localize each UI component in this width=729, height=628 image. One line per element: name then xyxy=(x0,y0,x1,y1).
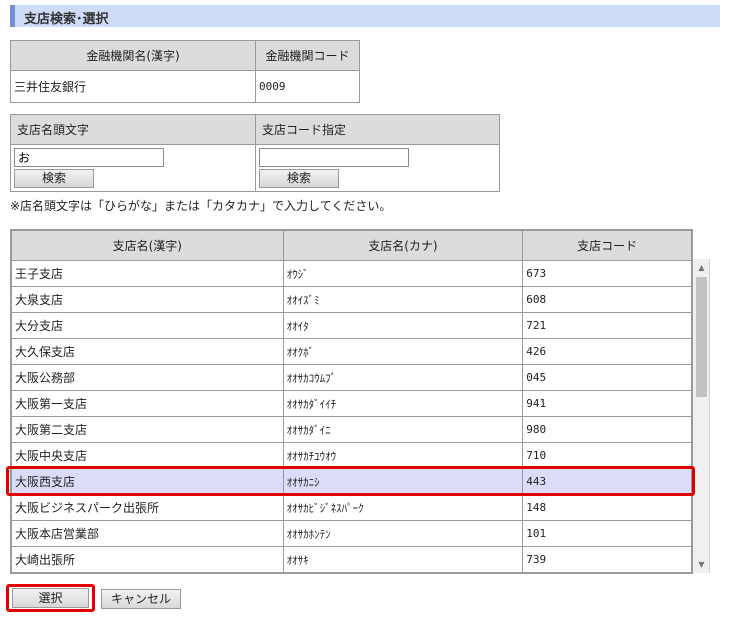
branch-kana-cell: ｵｵｸﾎﾞ xyxy=(282,338,524,365)
branch-code-column-header: 支店コード xyxy=(522,230,692,261)
page-title-bar: 支店検索･選択 xyxy=(10,5,720,27)
select-button-highlight: 選択 xyxy=(6,584,95,612)
branch-code-cell: 710 xyxy=(522,442,692,469)
branch-code-cell: 101 xyxy=(522,520,692,547)
branch-name-cell: 大阪第二支店 xyxy=(11,416,284,443)
branch-code-cell: 045 xyxy=(522,364,692,391)
branch-name-cell: 王子支店 xyxy=(11,260,284,287)
branch-kana-cell: ｵｵｻｶﾀﾞｲﾆ xyxy=(282,416,524,443)
branch-name-cell: 大阪中央支店 xyxy=(11,442,284,469)
branch-row[interactable]: 大阪第二支店 ｵｵｻｶﾀﾞｲﾆ 980 xyxy=(11,416,692,443)
branch-code-cell: 673 xyxy=(522,260,692,287)
branch-name-cell: 大阪本店営業部 xyxy=(11,520,284,547)
scroll-up-icon[interactable]: ▲ xyxy=(693,259,710,276)
branch-name-cell: 大阪公務部 xyxy=(11,364,284,391)
branch-code-cell: 426 xyxy=(522,338,692,365)
scroll-down-icon[interactable]: ▼ xyxy=(693,556,710,573)
branch-row[interactable]: 大阪本店営業部 ｵｵｻｶﾎﾝﾃﾝ 101 xyxy=(11,520,692,547)
branch-kana-column-header: 支店名(カナ) xyxy=(282,230,524,261)
code-search-button[interactable]: 検索 xyxy=(259,169,339,188)
branch-name-cell: 大阪西支店 xyxy=(11,468,284,495)
bank-name-header: 金融機関名(漢字) xyxy=(10,40,256,71)
bank-code-header: 金融機関コード xyxy=(255,40,360,71)
branch-list-header: 支店名(漢字) 支店名(カナ) 支店コード xyxy=(11,230,692,261)
branch-row[interactable]: 大泉支店 ｵｵｲｽﾞﾐ 608 xyxy=(11,286,692,313)
branch-kana-cell: ｵｵｻｶｺｳﾑﾌﾞ xyxy=(282,364,524,391)
branch-row[interactable]: 王子支店 ｵｳｼﾞ 673 xyxy=(11,260,692,287)
branch-name-cell: 大崎出張所 xyxy=(11,546,284,573)
branch-code-cell: 739 xyxy=(522,546,692,573)
branch-code-cell: 608 xyxy=(522,286,692,313)
branch-list-scrollbar[interactable]: ▲ ▼ xyxy=(693,259,710,573)
branch-code-cell: 980 xyxy=(522,416,692,443)
branch-kana-cell: ｵｵｻｶﾋﾞｼﾞﾈｽﾊﾟｰｸ xyxy=(282,494,524,521)
code-search-header: 支店コード指定 xyxy=(255,114,500,145)
branch-initial-input[interactable] xyxy=(14,148,164,167)
scroll-thumb[interactable] xyxy=(696,277,707,397)
branch-list: 支店名(漢字) 支店名(カナ) 支店コード 王子支店 ｵｳｼﾞ 673 大泉支店 ｵｵｲ… xyxy=(10,229,693,574)
select-button[interactable]: 選択 xyxy=(12,588,89,608)
branch-search-form: 支店名頭文字 支店コード指定 検索 検索 xyxy=(10,114,500,192)
cancel-button[interactable]: キャンセル xyxy=(101,589,181,609)
branch-kana-cell: ｵｳｼﾞ xyxy=(282,260,524,287)
branch-name-cell: 大久保支店 xyxy=(11,338,284,365)
branch-row[interactable]: 大久保支店 ｵｵｸﾎﾞ 426 xyxy=(11,338,692,365)
initial-search-button[interactable]: 検索 xyxy=(14,169,94,188)
input-note: ※店名頭文字は「ひらがな」または「カタカナ」で入力してください。 xyxy=(10,199,392,213)
branch-kana-cell: ｵｵｻｷ xyxy=(282,546,524,573)
initial-search-header: 支店名頭文字 xyxy=(10,114,256,145)
code-search-cell: 検索 xyxy=(255,144,500,192)
branch-kana-cell: ｵｵｻｶﾁﾕｳｵｳ xyxy=(282,442,524,469)
branch-name-cell: 大泉支店 xyxy=(11,286,284,313)
branch-name-column-header: 支店名(漢字) xyxy=(11,230,284,261)
branch-kana-cell: ｵｵｻｶﾆｼ xyxy=(282,468,524,495)
branch-kana-cell: ｵｵｲｽﾞﾐ xyxy=(282,286,524,313)
branch-list-body: 王子支店 ｵｳｼﾞ 673 大泉支店 ｵｵｲｽﾞﾐ 608 大分支店 ｵｵｲﾀ 721 大久保支店… xyxy=(11,260,692,573)
branch-code-cell: 148 xyxy=(522,494,692,521)
branch-code-cell: 721 xyxy=(522,312,692,339)
branch-name-cell: 大分支店 xyxy=(11,312,284,339)
branch-name-cell: 大阪第一支店 xyxy=(11,390,284,417)
branch-row[interactable]: 大阪公務部 ｵｵｻｶｺｳﾑﾌﾞ 045 xyxy=(11,364,692,391)
branch-kana-cell: ｵｵｻｶﾀﾞｲｲﾁ xyxy=(282,390,524,417)
bank-name-value: 三井住友銀行 xyxy=(10,70,256,103)
branch-row[interactable]: 大崎出張所 ｵｵｻｷ 739 xyxy=(11,546,692,573)
page-title: 支店検索･選択 xyxy=(24,12,109,27)
branch-kana-cell: ｵｵｻｶﾎﾝﾃﾝ xyxy=(282,520,524,547)
initial-search-cell: 検索 xyxy=(10,144,256,192)
branch-name-cell: 大阪ビジネスパーク出張所 xyxy=(11,494,284,521)
branch-row[interactable]: 大阪第一支店 ｵｵｻｶﾀﾞｲｲﾁ 941 xyxy=(11,390,692,417)
branch-row[interactable]: 大阪ビジネスパーク出張所 ｵｵｻｶﾋﾞｼﾞﾈｽﾊﾟｰｸ 148 xyxy=(11,494,692,521)
branch-code-cell: 941 xyxy=(522,390,692,417)
branch-kana-cell: ｵｵｲﾀ xyxy=(282,312,524,339)
branch-code-input[interactable] xyxy=(259,148,409,167)
branch-row[interactable]: 大阪西支店 ｵｵｻｶﾆｼ 443 xyxy=(11,468,692,495)
branch-row[interactable]: 大分支店 ｵｵｲﾀ 721 xyxy=(11,312,692,339)
branch-code-cell: 443 xyxy=(522,468,692,495)
bank-code-value: 0009 xyxy=(255,70,360,103)
bank-info-table: 金融機関名(漢字) 金融機関コード 三井住友銀行 0009 xyxy=(10,40,360,103)
branch-row[interactable]: 大阪中央支店 ｵｵｻｶﾁﾕｳｵｳ 710 xyxy=(11,442,692,469)
